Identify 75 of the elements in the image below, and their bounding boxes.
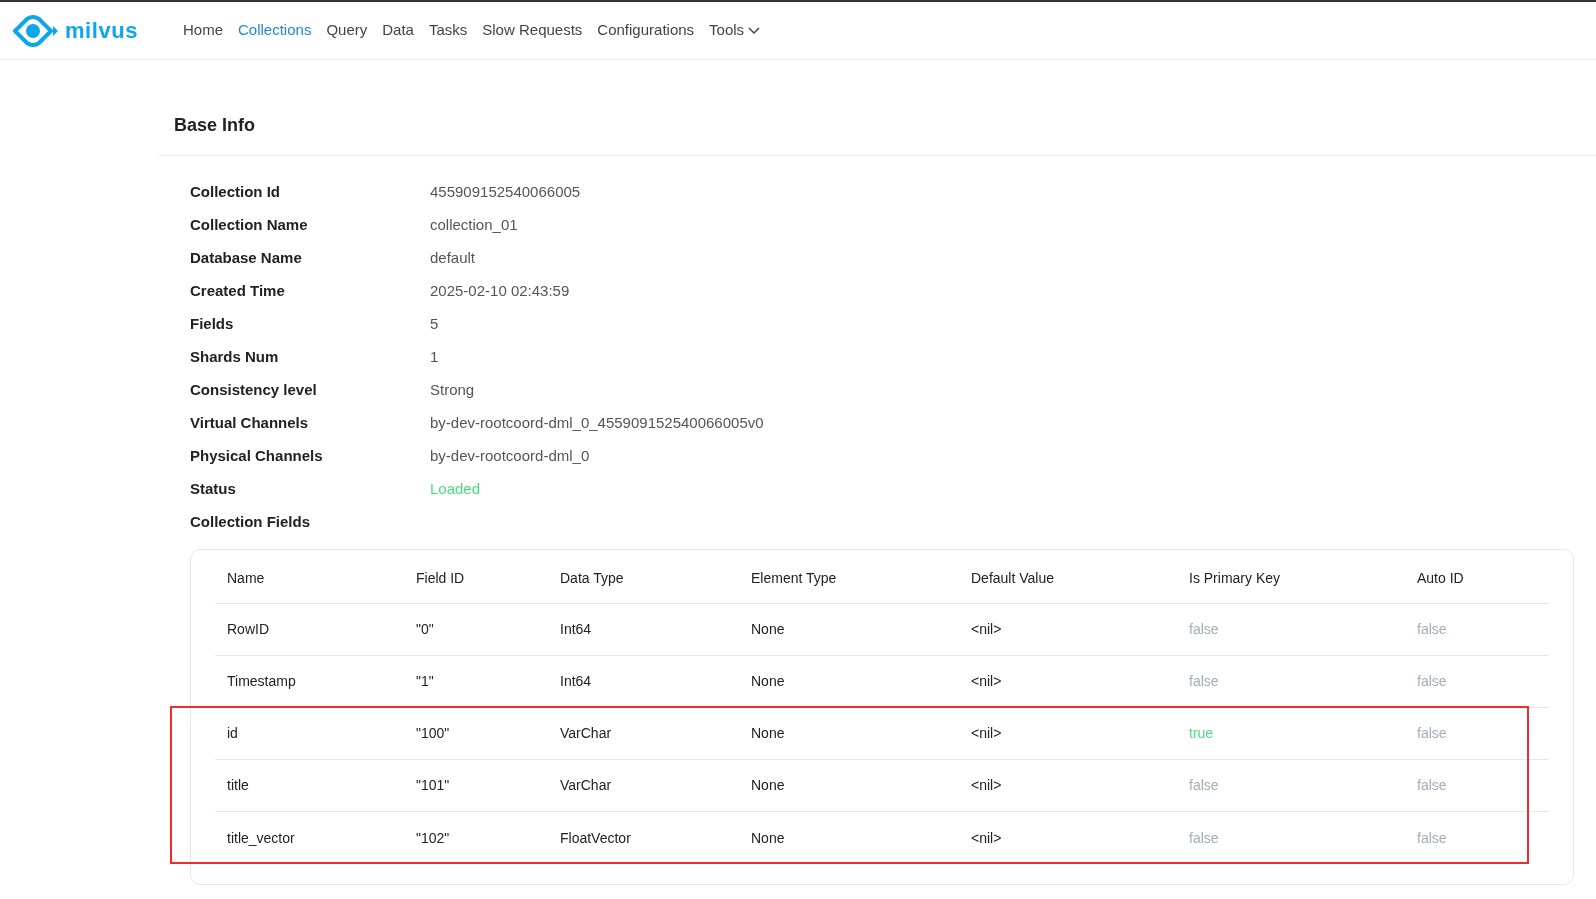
table-cell-text: FloatVector bbox=[559, 828, 632, 848]
nav-link[interactable]: Tools bbox=[709, 19, 761, 42]
table-cell-text: "100" bbox=[415, 724, 451, 743]
table-cell-text: true bbox=[1188, 724, 1215, 743]
info-value: by-dev-rootcoord-dml_0 bbox=[430, 446, 590, 467]
column-header: Data Type bbox=[559, 569, 625, 588]
info-value: 1 bbox=[430, 347, 439, 368]
table-cell-text: "102" bbox=[415, 828, 451, 848]
nav-link[interactable]: Tasks bbox=[428, 19, 468, 42]
info-label: Status bbox=[190, 479, 237, 500]
info-value: by-dev-rootcoord-dml_0_455909152540066005v0 bbox=[430, 413, 764, 434]
nav-link[interactable]: Configurations bbox=[597, 19, 695, 42]
info-value: collection_01 bbox=[430, 215, 518, 236]
brand-name: milvus bbox=[65, 17, 138, 45]
nav-link[interactable]: Data bbox=[382, 19, 414, 42]
chevron-down-icon bbox=[748, 26, 761, 35]
table-cell-text: None bbox=[750, 724, 786, 743]
table-cell-text: Int64 bbox=[559, 620, 593, 639]
table-cell-text: <nil> bbox=[970, 672, 1003, 691]
section-title: Base Info bbox=[173, 114, 256, 137]
table-cell-text: title bbox=[226, 776, 250, 795]
table-cell-text: VarChar bbox=[559, 776, 613, 795]
table-cell-text: None bbox=[750, 828, 786, 848]
nav-link[interactable]: Query bbox=[326, 19, 368, 42]
nav-link[interactable]: Slow Requests bbox=[482, 19, 583, 42]
table-cell-text: <nil> bbox=[970, 828, 1003, 848]
nav-link[interactable]: Collections bbox=[238, 19, 312, 42]
table-cell-text: "101" bbox=[415, 776, 451, 795]
table-cell-text: "0" bbox=[415, 620, 435, 639]
table-cell-text: Timestamp bbox=[226, 672, 297, 691]
column-header: Is Primary Key bbox=[1188, 569, 1281, 588]
info-value: 2025-02-10 02:43:59 bbox=[430, 281, 570, 302]
info-value: Strong bbox=[430, 380, 475, 401]
table-cell-text: VarChar bbox=[559, 724, 613, 743]
column-header: Element Type bbox=[750, 569, 838, 588]
info-label: Physical Channels bbox=[190, 446, 324, 467]
table-cell-text: None bbox=[750, 776, 786, 795]
info-value: default bbox=[430, 248, 476, 269]
info-label: Consistency level bbox=[190, 380, 318, 401]
info-label: Fields bbox=[190, 314, 235, 335]
nav-link[interactable]: Home bbox=[183, 19, 223, 42]
table-cell-text: <nil> bbox=[970, 776, 1003, 795]
table-cell-text: RowID bbox=[226, 620, 270, 639]
table-cell-text: false bbox=[1188, 672, 1220, 691]
info-label: Collection Id bbox=[190, 182, 281, 203]
status-value: Loaded bbox=[430, 479, 481, 500]
column-header: Field ID bbox=[415, 569, 466, 588]
table-cell-text: false bbox=[1416, 776, 1448, 795]
table-cell-text: false bbox=[1416, 672, 1448, 691]
info-label: Virtual Channels bbox=[190, 413, 310, 434]
table-cell-text: <nil> bbox=[970, 724, 1003, 743]
table-cell-text: id bbox=[226, 724, 239, 743]
info-label: Collection Name bbox=[190, 215, 309, 236]
info-label: Collection Fields bbox=[190, 512, 311, 533]
info-label: Created Time bbox=[190, 281, 286, 302]
column-header: Auto ID bbox=[1416, 569, 1465, 588]
table-cell-text: Int64 bbox=[559, 672, 593, 691]
table-cell-text: false bbox=[1416, 828, 1448, 848]
table-cell-text: false bbox=[1416, 724, 1448, 743]
info-value: 455909152540066005 bbox=[430, 182, 581, 203]
info-label: Database Name bbox=[190, 248, 303, 269]
table-cell-text: false bbox=[1188, 828, 1220, 848]
table-cell-text: None bbox=[750, 620, 786, 639]
table-cell-text: <nil> bbox=[970, 620, 1003, 639]
table-cell-text: false bbox=[1416, 620, 1448, 639]
info-value: 5 bbox=[430, 314, 439, 335]
table-cell-text: title_vector bbox=[226, 828, 296, 848]
column-header: Default Value bbox=[970, 569, 1055, 588]
eye-logo-icon bbox=[13, 14, 59, 47]
table-cell-text: false bbox=[1188, 620, 1220, 639]
column-header: Name bbox=[226, 569, 266, 588]
table-cell-text: false bbox=[1188, 776, 1220, 795]
table-cell-text: "1" bbox=[415, 672, 435, 691]
info-label: Shards Num bbox=[190, 347, 280, 368]
table-cell-text: None bbox=[750, 672, 786, 691]
